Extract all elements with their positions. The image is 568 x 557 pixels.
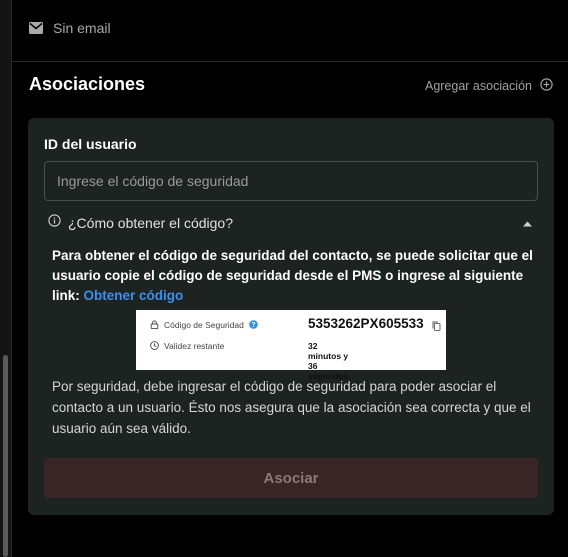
example-code-label: Código de Seguridad (164, 320, 244, 330)
plus-circle-icon (540, 78, 553, 94)
user-id-label: ID del usuario (44, 136, 137, 152)
example-validity-row: Validez restante 32 minutos y 36 segundo… (150, 338, 348, 381)
example-validity-label: Validez restante (164, 341, 225, 351)
associate-button[interactable]: Asociar (44, 458, 538, 498)
help-toggle-label: ¿Cómo obtener el código? (68, 215, 233, 231)
info-icon (48, 214, 61, 232)
caret-up-icon (523, 214, 532, 232)
mail-icon (29, 22, 43, 34)
help-badge-icon: ? (249, 319, 258, 331)
security-code-example: Código de Seguridad ? 5353262PX605533 Va… (136, 310, 446, 381)
add-association-button[interactable]: Agregar asociación (425, 78, 553, 94)
associations-title: Asociaciones (29, 74, 146, 94)
left-rail (0, 0, 12, 557)
divider (12, 61, 568, 62)
svg-text:?: ? (251, 322, 255, 329)
add-association-label: Agregar asociación (424, 79, 532, 93)
scrollbar-thumb[interactable] (3, 355, 8, 557)
lock-icon (150, 319, 159, 331)
example-code-row: Código de Seguridad ? 5353262PX605533 (150, 316, 441, 333)
example-validity-value: 32 minutos y 36 segundos (308, 341, 349, 381)
get-code-link[interactable]: Obtener código (84, 288, 184, 303)
security-footnote: Por seguridad, debe ingresar el código d… (52, 379, 531, 436)
association-card: ID del usuario ¿Cómo obtener el código? … (28, 118, 554, 515)
clock-icon (150, 340, 159, 352)
example-code-value: 5353262PX605533 (308, 316, 424, 331)
security-code-input[interactable] (44, 161, 538, 201)
copy-icon (432, 321, 441, 333)
help-toggle[interactable]: ¿Cómo obtener el código? (48, 213, 534, 233)
email-row: Sin email (29, 18, 111, 38)
help-instructions: Para obtener el código de seguridad del … (52, 246, 538, 306)
email-text: Sin email (53, 20, 111, 36)
